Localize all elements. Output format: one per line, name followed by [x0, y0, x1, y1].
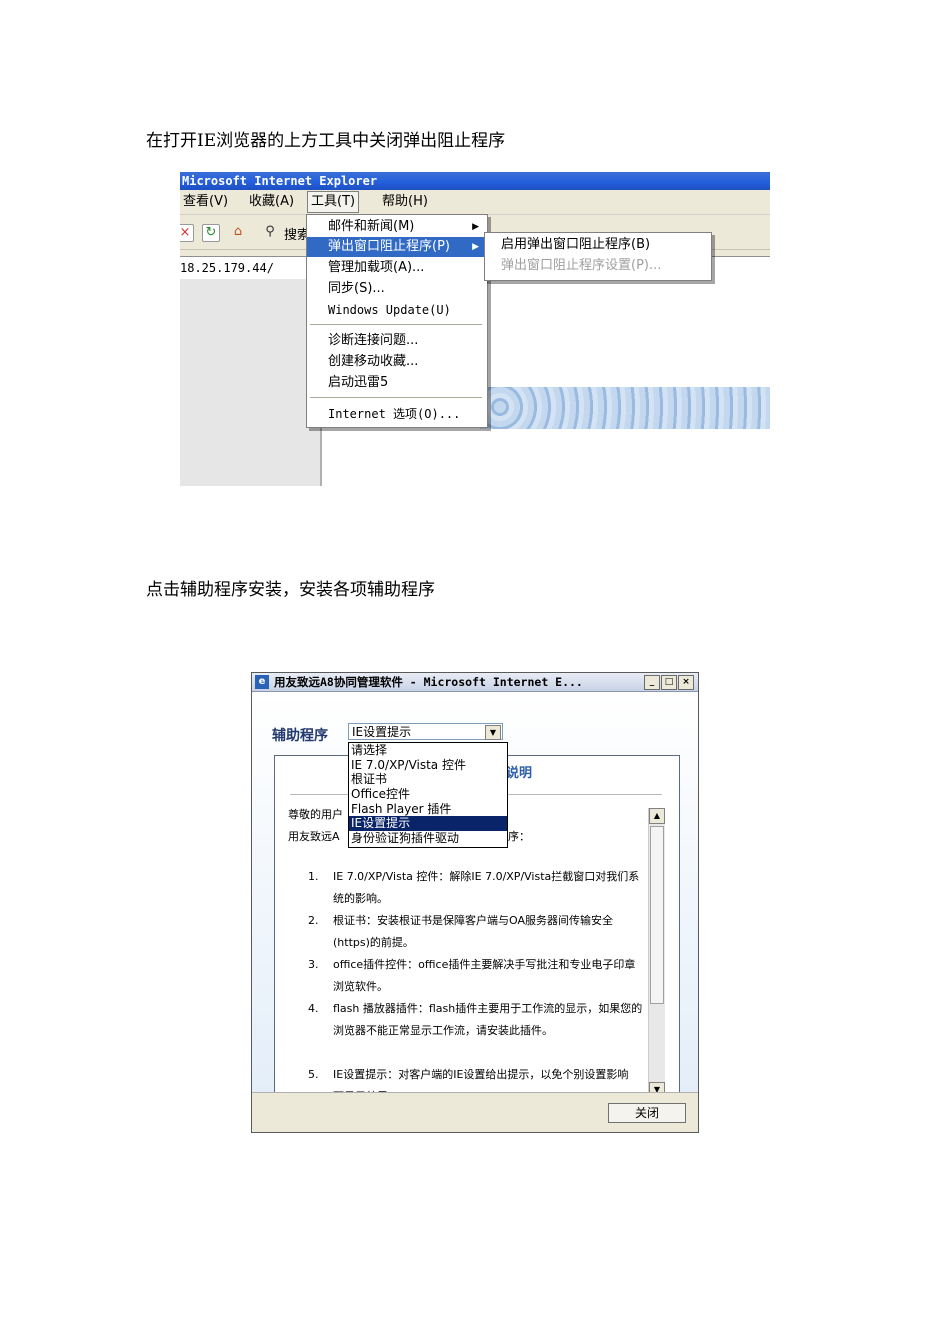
menu-item-internet-options[interactable]: Internet 选项(O)... [307, 404, 485, 424]
menu-help[interactable]: 帮助(H) [379, 190, 431, 214]
scroll-up-icon[interactable]: ▲ [649, 808, 665, 824]
close-button[interactable]: 关闭 [608, 1103, 686, 1123]
menu-tools[interactable]: 工具(T) [307, 191, 360, 213]
scrollbar[interactable]: ▲ ▼ [648, 808, 665, 1098]
home-icon[interactable]: ⌂ [230, 224, 246, 240]
menu-favorites[interactable]: 收藏(A) [246, 190, 297, 214]
window-titlebar: e 用友致远A8协同管理软件 - Microsoft Internet E...… [252, 673, 698, 692]
menu-item-popup-blocker[interactable]: 弹出窗口阻止程序(P) ▶ [307, 237, 485, 257]
intro-text-left: 用友致远A [288, 830, 340, 843]
helper-options-list: 请选择 IE 7.0/XP/Vista 控件 根证书 Office控件 Flas… [348, 742, 508, 848]
dialog-body: 辅助程序 IE设置提示 ▼ 说明 尊敬的用户 用友致远A 助程序： 1. IE 7… [252, 692, 698, 1107]
option-flash-player[interactable]: Flash Player 插件 [349, 802, 507, 817]
chevron-down-icon[interactable]: ▼ [485, 725, 501, 740]
greeting-text: 尊敬的用户 [288, 808, 343, 821]
stop-icon[interactable]: × [180, 224, 194, 242]
search-icon[interactable]: ⚲ [262, 224, 278, 240]
helper-install-window: e 用友致远A8协同管理软件 - Microsoft Internet E...… [251, 672, 699, 1133]
instruction-1: 在打开IE浏览器的上方工具中关闭弹出阻止程序 [146, 131, 506, 151]
window-title: 用友致远A8协同管理软件 - Microsoft Internet E... [274, 675, 583, 689]
dialog-footer: 关闭 [252, 1092, 698, 1132]
popup-blocker-submenu: 启用弹出窗口阻止程序(B) 弹出窗口阻止程序设置(P)... [484, 232, 712, 281]
option-ie7-control[interactable]: IE 7.0/XP/Vista 控件 [349, 758, 507, 773]
window-title: Microsoft Internet Explorer [180, 172, 770, 190]
menu-bar: 查看(V) 收藏(A) 工具(T) 帮助(H) [180, 190, 770, 215]
option-auth-dongle[interactable]: 身份验证狗插件驱动 [349, 831, 507, 846]
close-icon[interactable]: × [678, 675, 694, 690]
tools-menu: 邮件和新闻(M) ▶ 弹出窗口阻止程序(P) ▶ 管理加载项(A)... 同步(S)… [306, 214, 488, 428]
minimize-icon[interactable]: _ [644, 675, 660, 690]
option-root-cert[interactable]: 根证书 [349, 772, 507, 787]
option-please-select[interactable]: 请选择 [349, 743, 507, 758]
cloud-banner [480, 387, 770, 429]
menu-separator [310, 324, 482, 325]
menu-separator [310, 397, 482, 398]
left-pane [180, 279, 322, 486]
menu-view[interactable]: 查看(V) [180, 190, 231, 214]
instruction-2: 点击辅助程序安装，安装各项辅助程序 [146, 580, 435, 600]
ie-tools-menu-screenshot: Microsoft Internet Explorer 查看(V) 收藏(A) … [180, 172, 770, 486]
maximize-icon[interactable]: □ [661, 675, 677, 690]
submenu-arrow-icon: ▶ [472, 242, 479, 252]
helper-label: 辅助程序 [272, 728, 328, 744]
menu-item-thunder[interactable]: 启动迅雷5 [307, 373, 485, 393]
option-office-control[interactable]: Office控件 [349, 787, 507, 802]
ie-window-icon: e [255, 675, 269, 689]
menu-item-diagnose[interactable]: 诊断连接问题... [307, 331, 485, 351]
menu-item-mobile-favorites[interactable]: 创建移动收藏... [307, 352, 485, 372]
helper-select[interactable]: IE设置提示 ▼ [348, 723, 503, 740]
menu-item-enable-popup-blocker[interactable]: 启用弹出窗口阻止程序(B) [485, 235, 709, 255]
panel-heading: 说明 [506, 766, 533, 781]
description-text: 尊敬的用户 用友致远A 助程序： 1. IE 7.0/XP/Vista 控件：解除… [288, 806, 646, 1100]
menu-item-popup-blocker-settings: 弹出窗口阻止程序设置(P)... [501, 258, 662, 273]
submenu-arrow-icon: ▶ [472, 222, 479, 232]
menu-item-mail[interactable]: 邮件和新闻(M) ▶ [307, 217, 485, 237]
scroll-thumb[interactable] [650, 826, 664, 1004]
menu-item-windows-update[interactable]: Windows Update(U) [307, 300, 485, 320]
refresh-icon[interactable]: ↻ [202, 224, 220, 242]
option-ie-settings[interactable]: IE设置提示 [349, 816, 507, 832]
menu-item-sync[interactable]: 同步(S)... [307, 279, 485, 299]
menu-item-addons[interactable]: 管理加载项(A)... [307, 258, 485, 278]
